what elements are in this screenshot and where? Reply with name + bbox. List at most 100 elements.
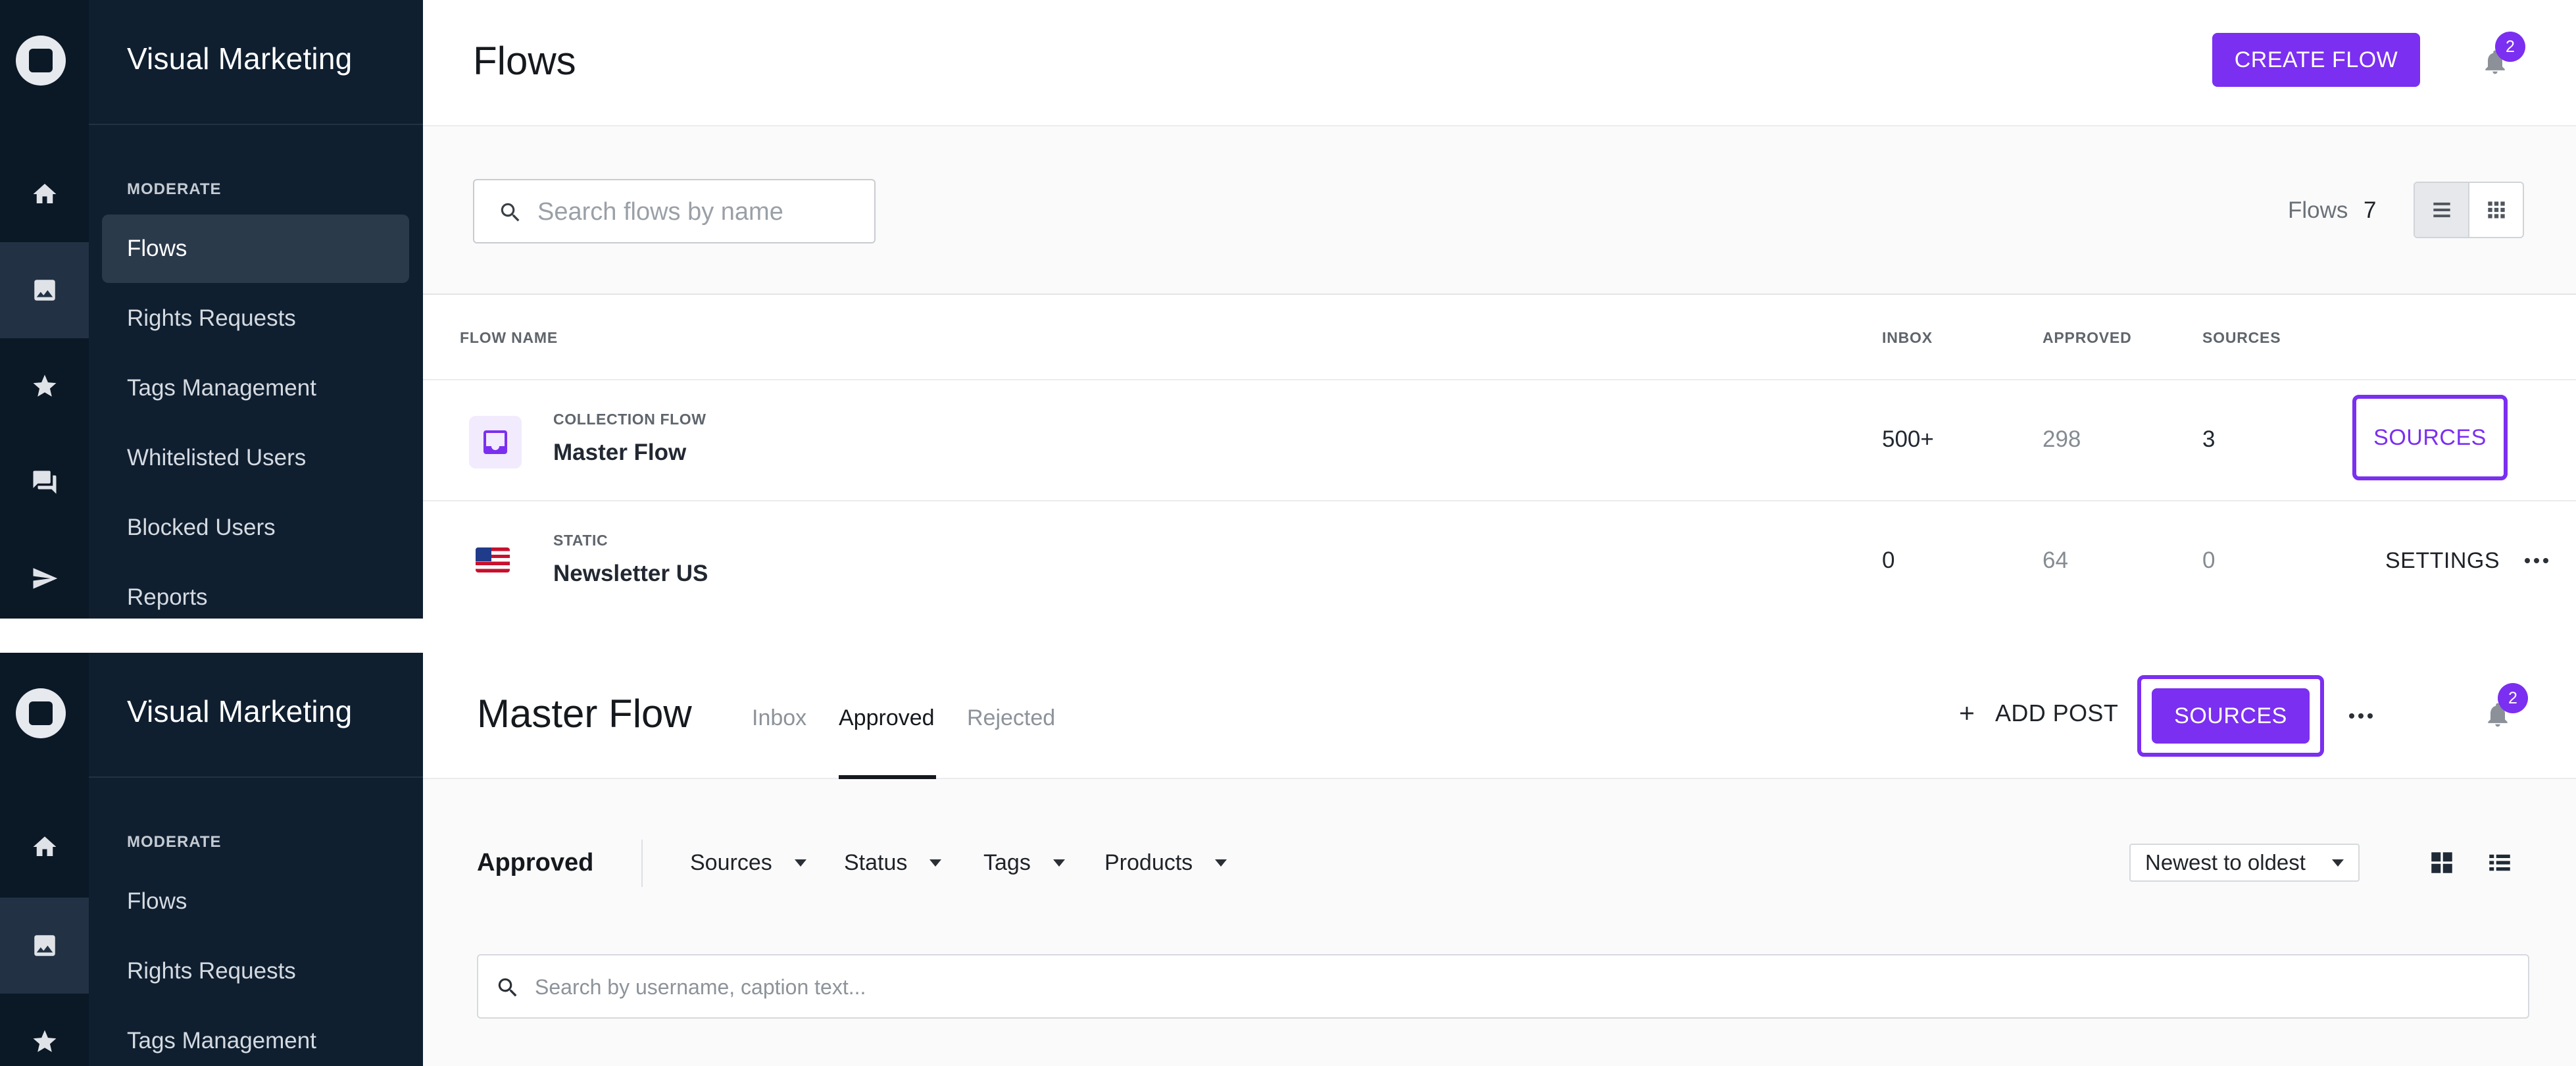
column-header-sources[interactable]: SOURCES (2202, 329, 2281, 347)
flow-search-input[interactable] (537, 190, 866, 234)
search-icon (501, 203, 520, 222)
grid-icon (2487, 201, 2505, 218)
settings-button[interactable]: SETTINGS (2364, 541, 2521, 580)
column-header-approved[interactable]: APPROVED (2043, 329, 2131, 347)
caret-down-icon (929, 859, 942, 867)
nav-section-moderate: MODERATE (127, 833, 222, 851)
tags-dropdown[interactable]: Tags (983, 850, 1065, 876)
rail-home[interactable] (0, 146, 89, 242)
sidebar-item-whitelisted-users[interactable]: Whitelisted Users (102, 424, 409, 492)
sidebar-item-blocked-users[interactable]: Blocked Users (102, 494, 409, 562)
add-post-button[interactable]: ADD POST (1956, 694, 2118, 733)
list-view-button[interactable] (2486, 849, 2514, 876)
star-icon (33, 374, 56, 397)
sidebar-item-reports[interactable]: Reports (102, 563, 409, 619)
posts-filter-bar: Approved Sources Status Tags Products Ne… (423, 779, 2576, 1066)
chat-icon (33, 470, 56, 494)
master-flow-main: Master Flow Inbox Approved Rejected ADD … (423, 653, 2576, 1066)
post-search-input[interactable] (535, 966, 2495, 1008)
image-icon (34, 935, 55, 956)
sidebar-item-flows[interactable]: Flows (102, 215, 409, 283)
column-header-inbox[interactable]: INBOX (1882, 329, 1933, 347)
icon-rail (0, 0, 89, 619)
inbox-count: 0 (1882, 547, 1895, 573)
tab-rejected[interactable]: Rejected (967, 705, 1055, 731)
home-icon (33, 184, 56, 203)
products-dropdown[interactable]: Products (1104, 850, 1227, 876)
page-title: Master Flow (477, 692, 692, 736)
image-icon (34, 280, 55, 301)
sources-button[interactable]: SOURCES (2356, 399, 2504, 476)
nav-section-moderate: MODERATE (127, 180, 222, 198)
column-header-flow-name[interactable]: FLOW NAME (460, 329, 558, 347)
sidebar-item-tags-management[interactable]: Tags Management (102, 1007, 409, 1066)
list-icon (2433, 202, 2450, 218)
sidebar-item-rights-requests[interactable]: Rights Requests (102, 937, 409, 1005)
flows-table: FLOW NAME INBOX APPROVED SOURCES COLLECT… (423, 295, 2576, 619)
rail-media[interactable] (0, 242, 89, 338)
page-title: Flows (473, 39, 576, 83)
flows-main: Flows CREATE FLOW 2 Flows 7 (423, 0, 2576, 619)
rail-favorites[interactable] (0, 994, 89, 1066)
flow-name-link[interactable]: Newsletter US (553, 561, 708, 587)
us-flag-icon (476, 547, 510, 572)
app-logo-icon[interactable] (16, 36, 66, 86)
sources-button[interactable]: SOURCES (2152, 688, 2310, 744)
star-icon (33, 1030, 56, 1052)
section-title: Approved (477, 849, 594, 876)
more-options-icon[interactable] (2349, 713, 2373, 720)
rail-media[interactable] (0, 898, 89, 994)
app-logo-icon[interactable] (16, 688, 66, 738)
dropdown-label: Sources (690, 850, 772, 875)
more-options-icon[interactable] (2525, 558, 2548, 565)
flow-name-link[interactable]: Master Flow (553, 440, 686, 466)
grid-view-button[interactable] (2428, 849, 2456, 876)
inbox-icon (483, 430, 507, 454)
table-divider (423, 379, 2576, 380)
notification-badge: 2 (2498, 683, 2528, 713)
grid-view-button[interactable] (2469, 183, 2523, 237)
nav-divider (89, 776, 423, 778)
notification-badge: 2 (2495, 32, 2525, 62)
nav-divider (89, 124, 423, 125)
sources-dropdown[interactable]: Sources (690, 850, 806, 876)
list-view-button[interactable] (2415, 183, 2469, 237)
list-icon (2489, 854, 2510, 871)
brand-name: Visual Marketing (127, 41, 353, 76)
flows-filter-bar: Flows 7 (423, 126, 2576, 295)
sidebar-item-tags-management[interactable]: Tags Management (102, 354, 409, 422)
dropdown-label: Tags (983, 850, 1031, 875)
brand-name: Visual Marketing (127, 694, 353, 728)
caret-down-icon (1215, 859, 1227, 867)
rail-favorites[interactable] (0, 338, 89, 434)
table-divider (423, 500, 2576, 501)
flows-screen: Visual Marketing MODERATE Flows Rights R… (0, 0, 2576, 619)
sidebar-item-flows[interactable]: Flows (102, 867, 409, 936)
create-flow-button[interactable]: CREATE FLOW (2212, 33, 2420, 87)
flows-count-label: Flows (2288, 197, 2348, 223)
status-dropdown[interactable]: Status (844, 850, 942, 876)
dropdown-label: Products (1104, 850, 1193, 875)
caret-down-icon (1053, 859, 1065, 867)
tab-inbox[interactable]: Inbox (752, 705, 806, 731)
master-flow-screen: Visual Marketing MODERATE Flows Rights R… (0, 653, 2576, 1066)
tab-approved[interactable]: Approved (839, 705, 935, 731)
page-header: Flows CREATE FLOW 2 (423, 0, 2576, 126)
sort-select[interactable]: Newest to oldest (2129, 844, 2360, 882)
icon-rail (0, 653, 89, 1066)
view-toggle (2414, 182, 2524, 238)
inbox-count: 500+ (1882, 426, 1934, 452)
rail-home[interactable] (0, 799, 89, 895)
rail-publish[interactable] (0, 530, 89, 619)
sources-count: 3 (2202, 426, 2216, 452)
send-icon (33, 568, 57, 589)
add-post-label: ADD POST (1995, 699, 2119, 726)
flows-count-value: 7 (2364, 197, 2377, 223)
flow-type-label: STATIC (553, 532, 608, 549)
post-search (477, 954, 2529, 1019)
sort-value: Newest to oldest (2145, 850, 2306, 875)
sidebar-item-rights-requests[interactable]: Rights Requests (102, 284, 409, 353)
flow-type-label: COLLECTION FLOW (553, 411, 706, 428)
rail-messages[interactable] (0, 434, 89, 530)
filter-divider (641, 840, 643, 887)
